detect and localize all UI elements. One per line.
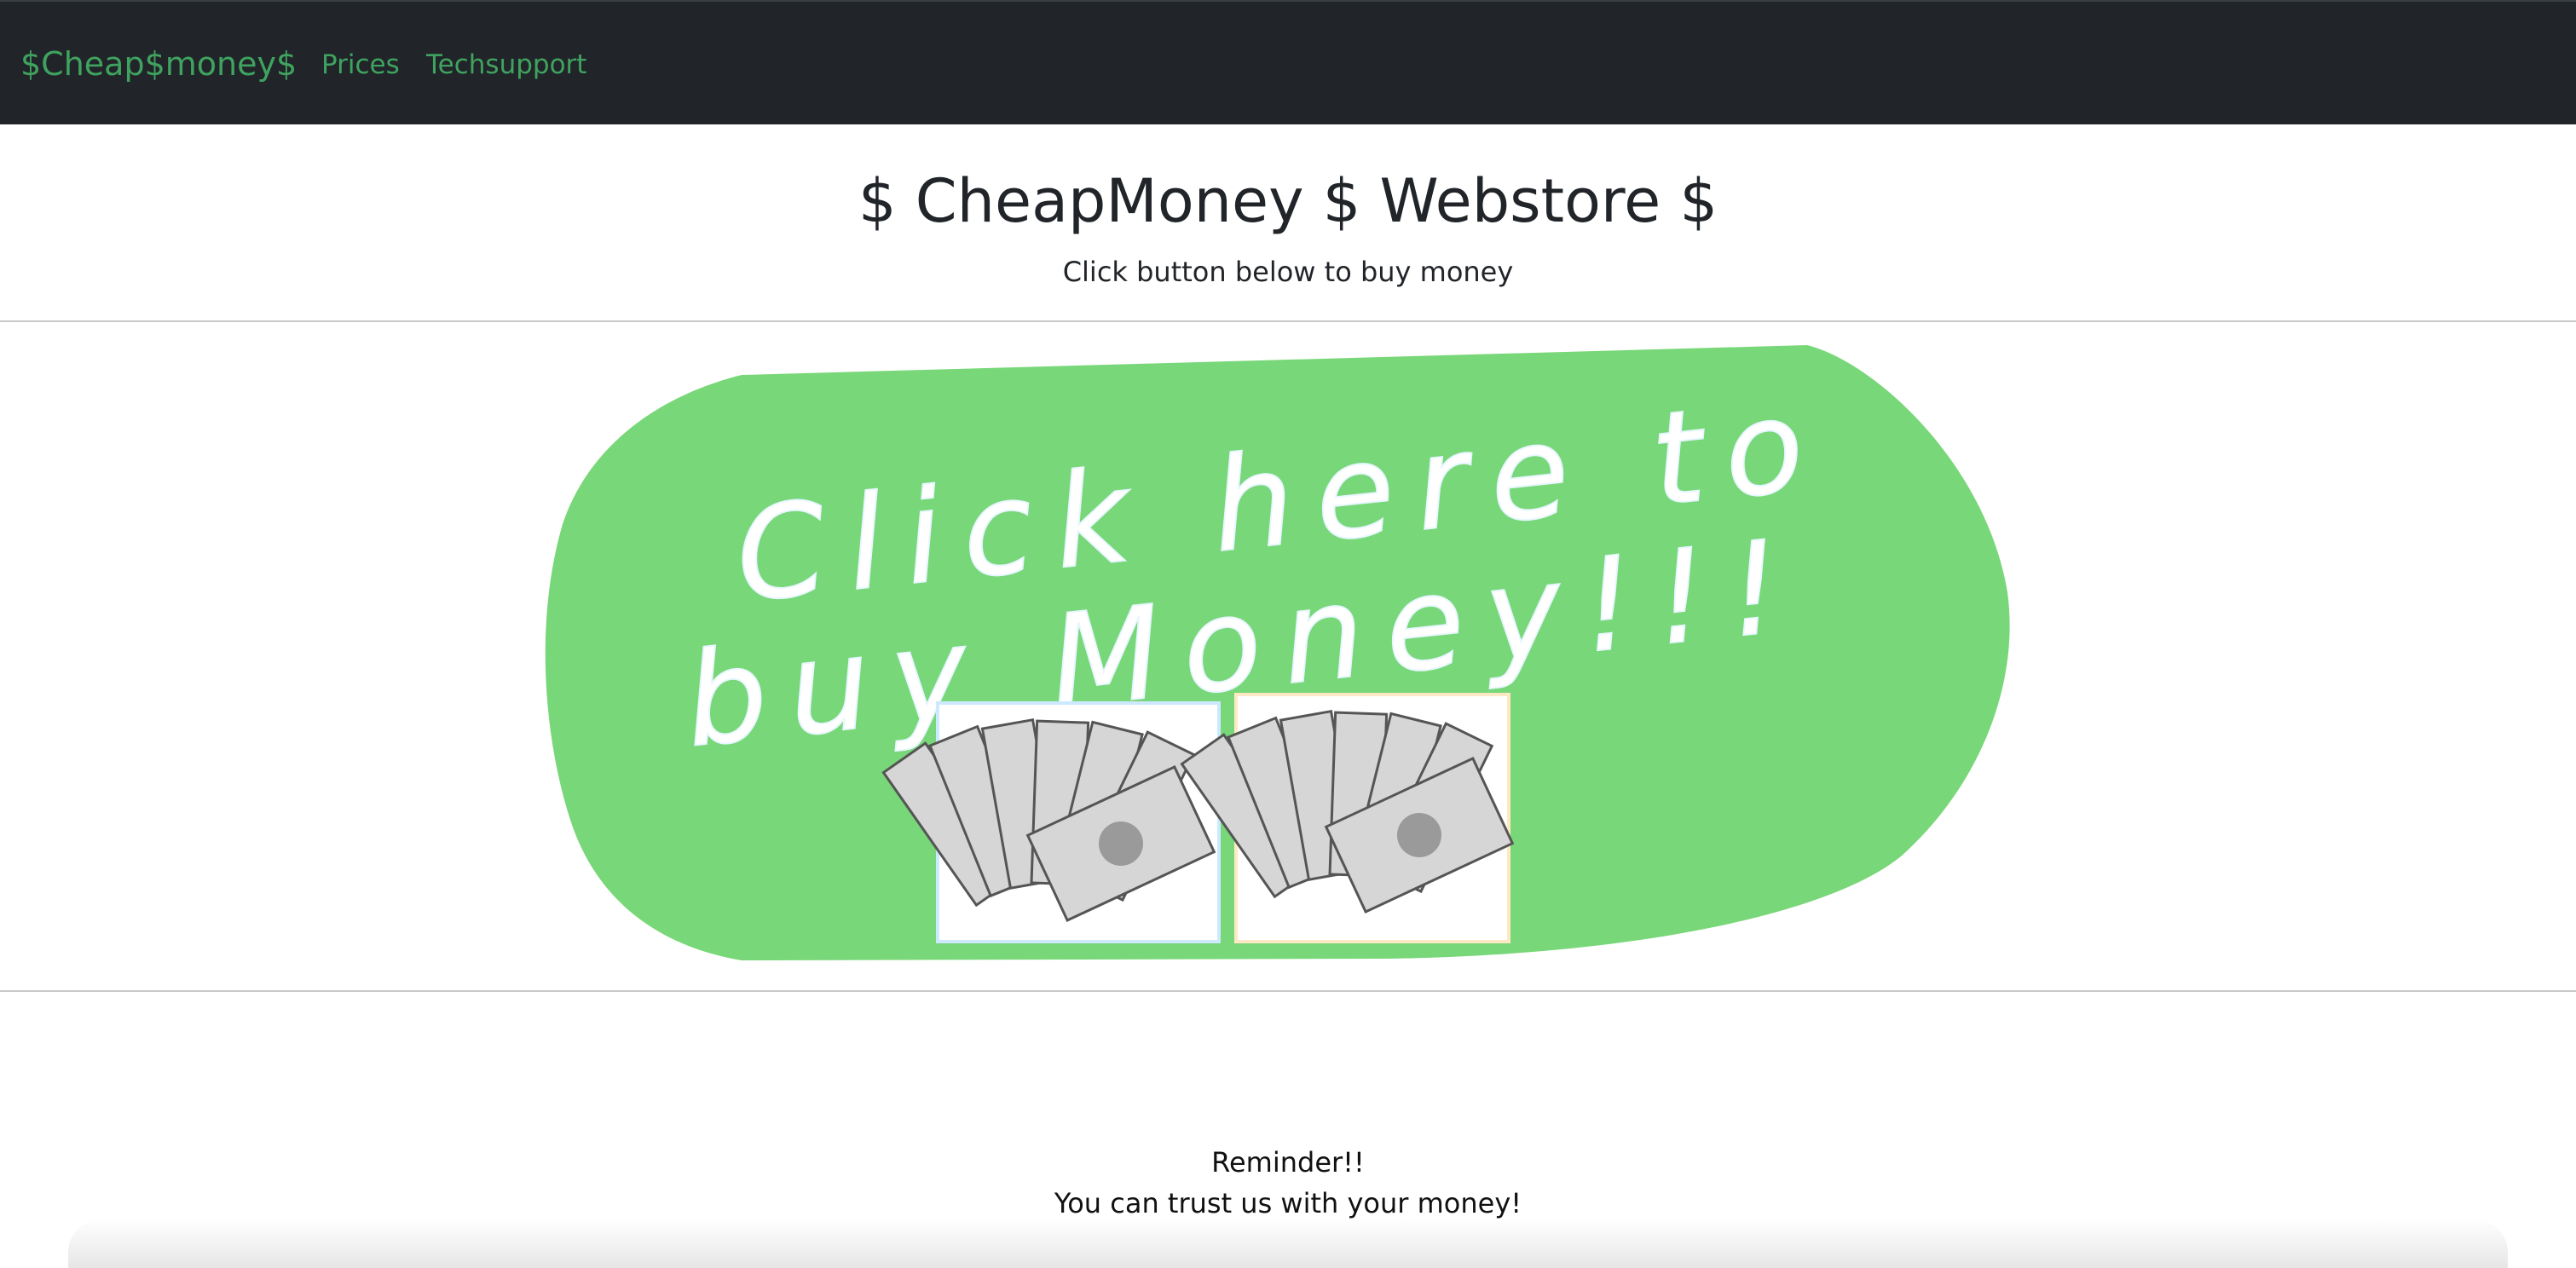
reminder-heading: Reminder!! [1211,1146,1365,1179]
top-navbar: $Cheap$money$ Prices Techsupport [0,0,2576,124]
divider-top [0,320,2576,322]
brand-link[interactable]: $Cheap$money$ [20,41,297,87]
divider-bottom [0,990,2576,992]
buy-money-button[interactable]: Click here to buy Money!!! [537,345,2020,967]
page-title: $ CheapMoney $ Webstore $ [858,166,1718,236]
page-subtitle: Click button below to buy money [1062,256,1514,288]
reminder-text: You can trust us with your money! [1054,1187,1522,1219]
reminder-block: Reminder!! You can trust us with your mo… [0,1142,2576,1224]
page-header: $ CheapMoney $ Webstore $ Click button b… [0,124,2576,320]
nav-link-techsupport[interactable]: Techsupport [426,46,586,84]
bottom-shadow [68,1219,2508,1268]
nav-link-prices[interactable]: Prices [321,46,400,84]
